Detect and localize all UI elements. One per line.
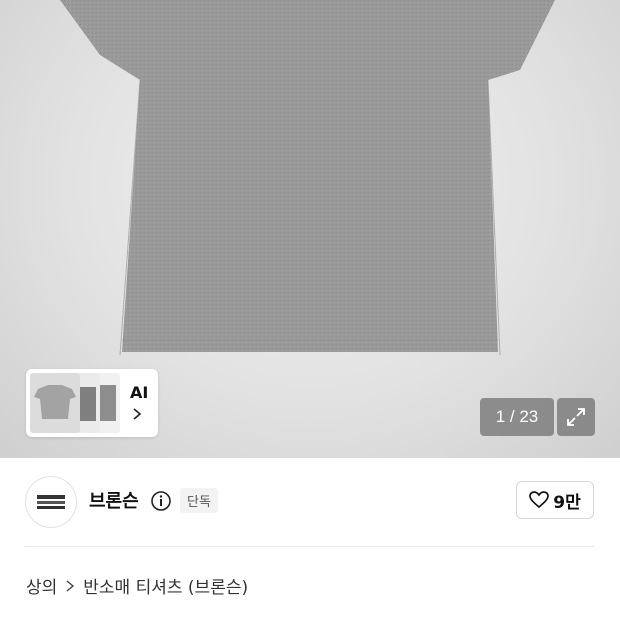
expand-icon xyxy=(567,408,585,426)
brand-row: 브론슨 단독 9만 xyxy=(0,458,620,546)
heart-icon xyxy=(529,491,550,509)
brand-logo-icon xyxy=(37,495,65,509)
breadcrumb: 상의 반소매 티셔츠 (브론슨) xyxy=(26,573,248,598)
brand-logo[interactable] xyxy=(25,476,77,528)
like-count: 9만 xyxy=(553,492,581,513)
info-icon[interactable] xyxy=(150,490,172,512)
expand-button[interactable] xyxy=(557,398,595,436)
chevron-right-icon xyxy=(133,408,142,420)
image-counter: 1 / 23 xyxy=(480,398,554,436)
like-button[interactable]: 9만 xyxy=(516,481,594,519)
exclusive-badge: 단독 xyxy=(180,488,218,513)
ai-styling-chip[interactable]: AI xyxy=(26,369,158,437)
divider xyxy=(25,546,594,547)
thumbnail-1 xyxy=(30,373,80,433)
ai-label: AI xyxy=(130,383,149,402)
product-image-gallery[interactable]: AI 1 / 23 xyxy=(0,0,620,458)
brand-name[interactable]: 브론슨 xyxy=(89,487,139,513)
breadcrumb-category[interactable]: 상의 xyxy=(26,573,57,598)
breadcrumb-subcategory[interactable]: 반소매 티셔츠 (브론슨) xyxy=(83,573,248,598)
chevron-right-icon xyxy=(66,579,75,592)
